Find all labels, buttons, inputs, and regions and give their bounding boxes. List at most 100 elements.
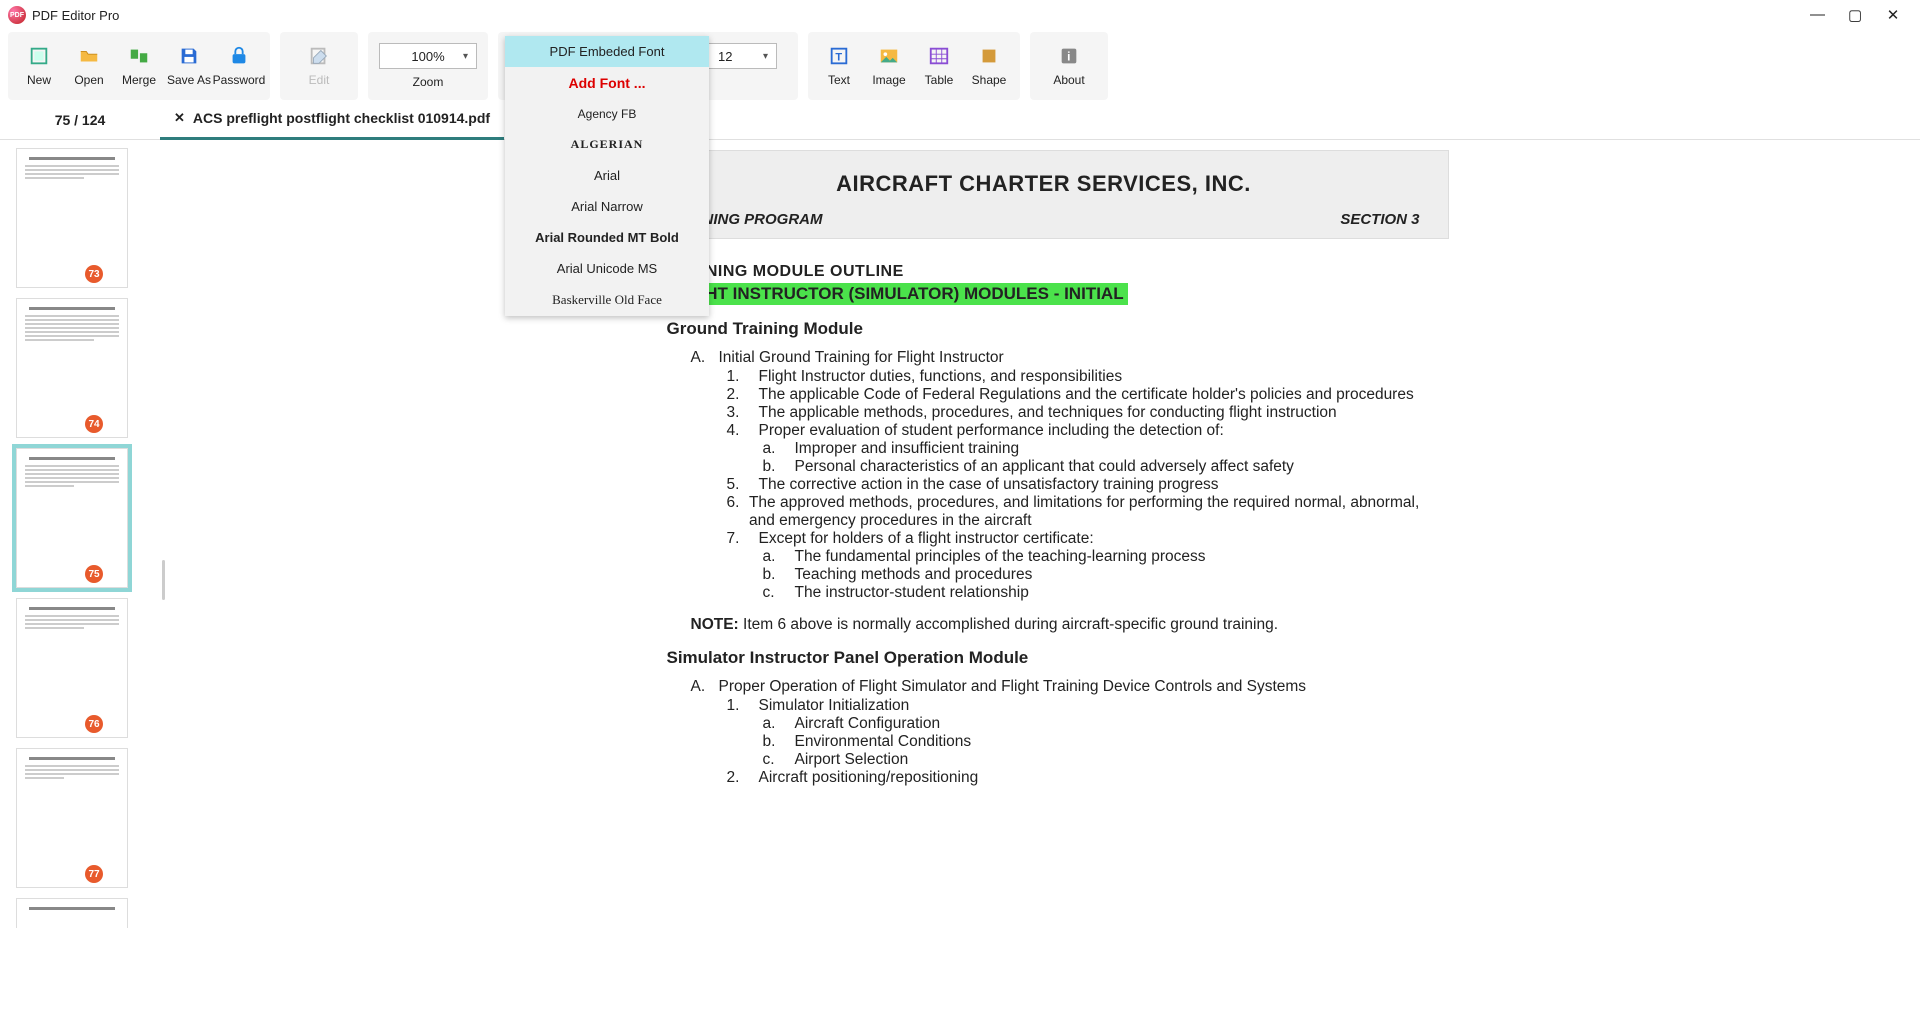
company-name: AIRCRAFT CHARTER SERVICES, INC. [668,171,1420,197]
list-numbered: 5.The corrective action in the case of u… [727,476,1421,548]
saveas-button[interactable]: Save As [164,35,214,97]
list-item: A.Initial Ground Training for Flight Ins… [691,349,1421,367]
doc-header: AIRCRAFT CHARTER SERVICES, INC. TRAINING… [639,150,1449,239]
window-title: PDF Editor Pro [32,8,119,23]
thumbnail[interactable]: 77 [16,748,128,888]
page-canvas[interactable]: AIRCRAFT CHARTER SERVICES, INC. TRAINING… [167,140,1920,1020]
document-tab[interactable]: ✕ ACS preflight postflight checklist 010… [160,100,504,140]
ground-title: Ground Training Module [667,319,1421,339]
insert-shape-button[interactable]: Shape [964,35,1014,97]
thumbnail[interactable]: 74 [16,298,128,438]
image-icon [878,45,900,67]
tabstrip: 75 / 124 ✕ ACS preflight postflight chec… [0,100,1920,140]
svg-text:i: i [1067,50,1070,64]
list-item: b.Environmental Conditions [763,733,1421,751]
list-item: 2.The applicable Code of Federal Regulat… [727,386,1421,404]
chevron-down-icon: ▾ [463,51,468,62]
section-label: SECTION 3 [1340,211,1419,228]
highlighted-title: FLIGHT INSTRUCTOR (SIMULATOR) MODULES - … [667,283,1128,305]
open-folder-icon [78,45,100,67]
font-dropdown: PDF Embeded Font Add Font ... Agency FB … [505,36,709,316]
info-icon: i [1058,45,1080,67]
list-numbered: 1.Flight Instructor duties, functions, a… [727,368,1421,440]
insert-text-button[interactable]: T Text [814,35,864,97]
list-item: 4.Proper evaluation of student performan… [727,422,1421,440]
thumbnail-panel[interactable]: 73 74 75 76 77 [0,140,160,1020]
zoom-value: 100% [411,49,444,64]
zoom-label: Zoom [413,75,444,89]
doc-body: TRAINING MODULE OUTLINE FLIGHT INSTRUCTO… [639,239,1449,811]
edit-button[interactable]: Edit [294,35,344,97]
svg-text:T: T [835,52,842,64]
font-option[interactable]: Arial Narrow [505,191,709,222]
page-badge: 76 [85,715,103,733]
shape-icon [978,45,1000,67]
thumbnail[interactable]: 76 [16,598,128,738]
table-icon [928,45,950,67]
minimize-button[interactable]: — [1810,6,1824,24]
ribbon-insert-group: T Text Image Table Shape [808,32,1020,100]
text-icon: T [828,45,850,67]
list-item: b.Teaching methods and procedures [763,566,1421,584]
list-item: 1.Simulator Initialization [727,697,1421,715]
list-item: 2.Aircraft positioning/repositioning [727,769,1421,787]
ribbon: New Open Merge Save As Password Edit 100… [0,30,1920,100]
list-item: c.Airport Selection [763,751,1421,769]
font-option[interactable]: Arial Rounded MT Bold [505,222,709,253]
save-icon [178,45,200,67]
font-option[interactable]: Agency FB [505,99,709,129]
note: NOTE: Item 6 above is normally accomplis… [691,616,1421,634]
list-numbered: 1.Simulator Initialization [727,697,1421,715]
zoom-select[interactable]: 100% ▾ [379,43,477,69]
page-indicator: 75 / 124 [0,112,160,128]
split-handle[interactable] [160,140,167,1020]
list-A: A.Proper Operation of Flight Simulator a… [691,678,1421,696]
page: AIRCRAFT CHARTER SERVICES, INC. TRAINING… [639,150,1449,1020]
maximize-button[interactable]: ▢ [1848,6,1862,24]
ribbon-edit-group: Edit [280,32,358,100]
insert-table-button[interactable]: Table [914,35,964,97]
close-window-button[interactable]: ✕ [1886,6,1900,24]
titlebar: PDF PDF Editor Pro — ▢ ✕ [0,0,1920,30]
lock-icon [228,45,250,67]
font-option[interactable]: ALGERIAN [505,129,709,160]
list-lettered: a.Aircraft Configuration b.Environmental… [763,715,1421,769]
list-item: 5.The corrective action in the case of u… [727,476,1421,494]
list-item: a.Improper and insufficient training [763,440,1421,458]
page-badge: 73 [85,265,103,283]
tab-filename: ACS preflight postflight checklist 01091… [193,110,490,126]
list-A: A.Initial Ground Training for Flight Ins… [691,349,1421,367]
list-item: b.Personal characteristics of an applica… [763,458,1421,476]
list-numbered: 2.Aircraft positioning/repositioning [727,769,1421,787]
ribbon-about-group: i About [1030,32,1108,100]
main: 73 74 75 76 77 AIRCRAFT CHARTER SERVICES… [0,140,1920,1020]
list-lettered: a.Improper and insufficient training b.P… [763,440,1421,476]
font-option[interactable]: Arial [505,160,709,191]
font-size-select[interactable]: 12 ▾ [707,43,777,69]
list-item: 3.The applicable methods, procedures, an… [727,404,1421,422]
thumbnail-selected[interactable]: 75 [16,448,128,588]
font-option-add[interactable]: Add Font ... [505,67,709,99]
font-option[interactable]: Baskerville Old Face [505,284,709,316]
password-button[interactable]: Password [214,35,264,97]
thumbnail[interactable]: 73 [16,148,128,288]
merge-button[interactable]: Merge [114,35,164,97]
font-option[interactable]: Arial Unicode MS [505,253,709,284]
app-logo-icon: PDF [8,6,26,24]
close-tab-icon[interactable]: ✕ [174,110,185,126]
thumbnail[interactable] [16,898,128,928]
merge-icon [128,45,150,67]
font-option-embedded[interactable]: PDF Embeded Font [505,36,709,67]
new-button[interactable]: New [14,35,64,97]
list-item: a.Aircraft Configuration [763,715,1421,733]
font-size-value: 12 [718,49,732,64]
outline-title: TRAINING MODULE OUTLINE [667,263,1421,281]
window-controls: — ▢ ✕ [1810,6,1912,24]
list-item: a.The fundamental principles of the teac… [763,548,1421,566]
edit-pencil-icon [308,45,330,67]
insert-image-button[interactable]: Image [864,35,914,97]
page-badge: 77 [85,865,103,883]
open-button[interactable]: Open [64,35,114,97]
list-lettered: a.The fundamental principles of the teac… [763,548,1421,602]
about-button[interactable]: i About [1044,35,1094,97]
